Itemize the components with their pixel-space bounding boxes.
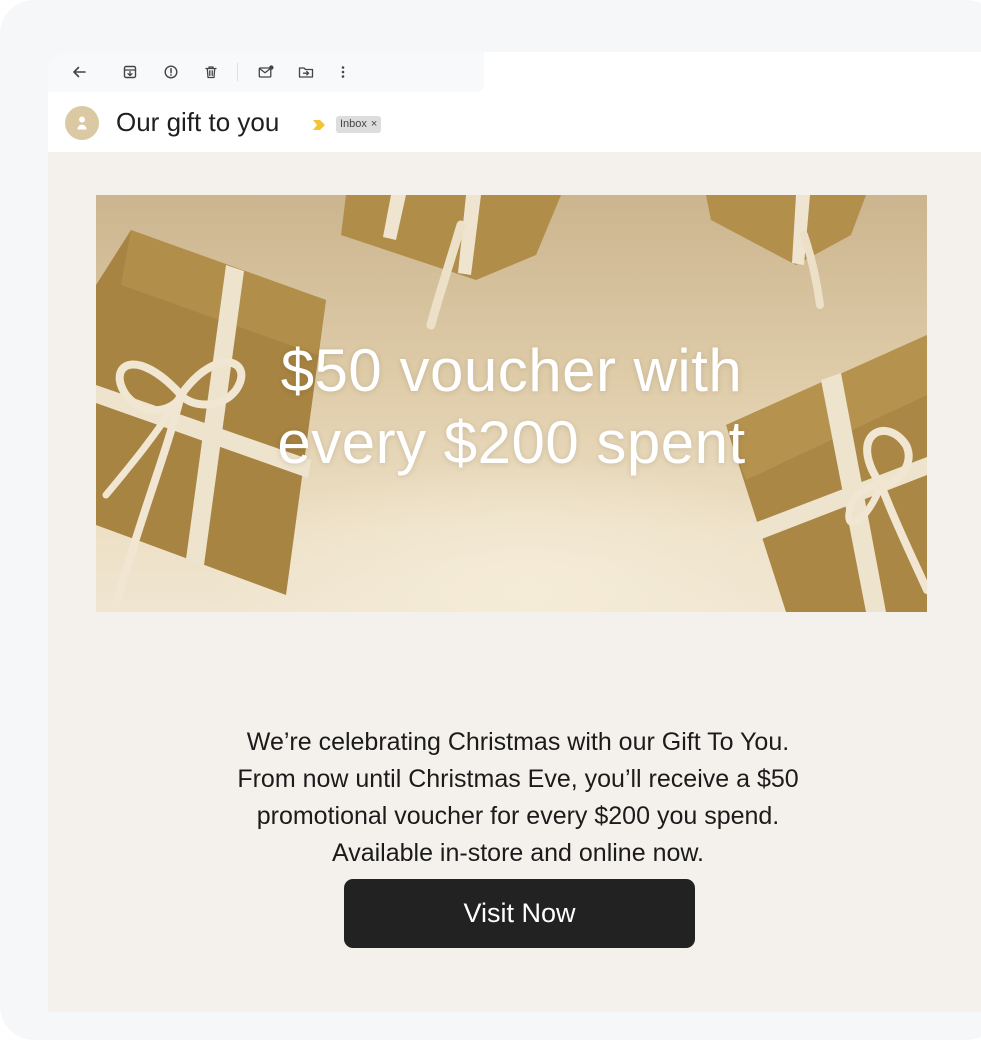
avatar-person-icon — [77, 116, 87, 130]
email-subject: Our gift to you — [116, 107, 280, 137]
mail-window: Our gift to you Inbox × $50 voucher with… — [48, 52, 981, 1012]
toolbar-divider — [237, 63, 238, 81]
email-body: $50 voucher with every $200 spent We’re … — [48, 152, 981, 1012]
hero-line-2: every $200 spent — [277, 409, 746, 476]
move-to-icon[interactable] — [296, 62, 316, 82]
hero-banner: $50 voucher with every $200 spent — [96, 195, 927, 612]
more-options-icon[interactable] — [333, 62, 353, 82]
device-frame: Our gift to you Inbox × $50 voucher with… — [0, 0, 981, 1040]
report-spam-icon[interactable] — [161, 62, 181, 82]
delete-icon[interactable] — [201, 62, 221, 82]
inbox-label-chip[interactable]: Inbox × — [336, 116, 382, 133]
hero-headline: $50 voucher with every $200 spent — [96, 335, 927, 479]
back-arrow-icon[interactable] — [69, 62, 89, 82]
gift-box-top-right — [706, 195, 866, 309]
promo-line-1: We’re celebrating Christmas with our Gif… — [246, 728, 790, 756]
hero-line-1: $50 voucher with — [280, 337, 743, 404]
remove-label-icon[interactable]: × — [371, 118, 377, 130]
promo-line-3: promotional voucher for every $200 you s… — [256, 802, 780, 830]
promo-line-2: From now until Christmas Eve, you’ll rec… — [237, 765, 799, 793]
promo-message: We’re celebrating Christmas with our Gif… — [168, 724, 868, 872]
importance-marker-icon[interactable] — [312, 119, 326, 131]
message-toolbar — [48, 52, 484, 92]
promo-line-4: Available in-store and online now. — [331, 839, 704, 867]
gift-box-top-center — [341, 195, 561, 330]
sender-avatar[interactable] — [65, 106, 99, 140]
mark-unread-icon[interactable] — [256, 62, 276, 82]
label-text: Inbox — [340, 118, 367, 130]
subject-row: Our gift to you Inbox × — [48, 96, 981, 152]
visit-now-button[interactable]: Visit Now — [344, 879, 695, 948]
archive-icon[interactable] — [120, 62, 140, 82]
